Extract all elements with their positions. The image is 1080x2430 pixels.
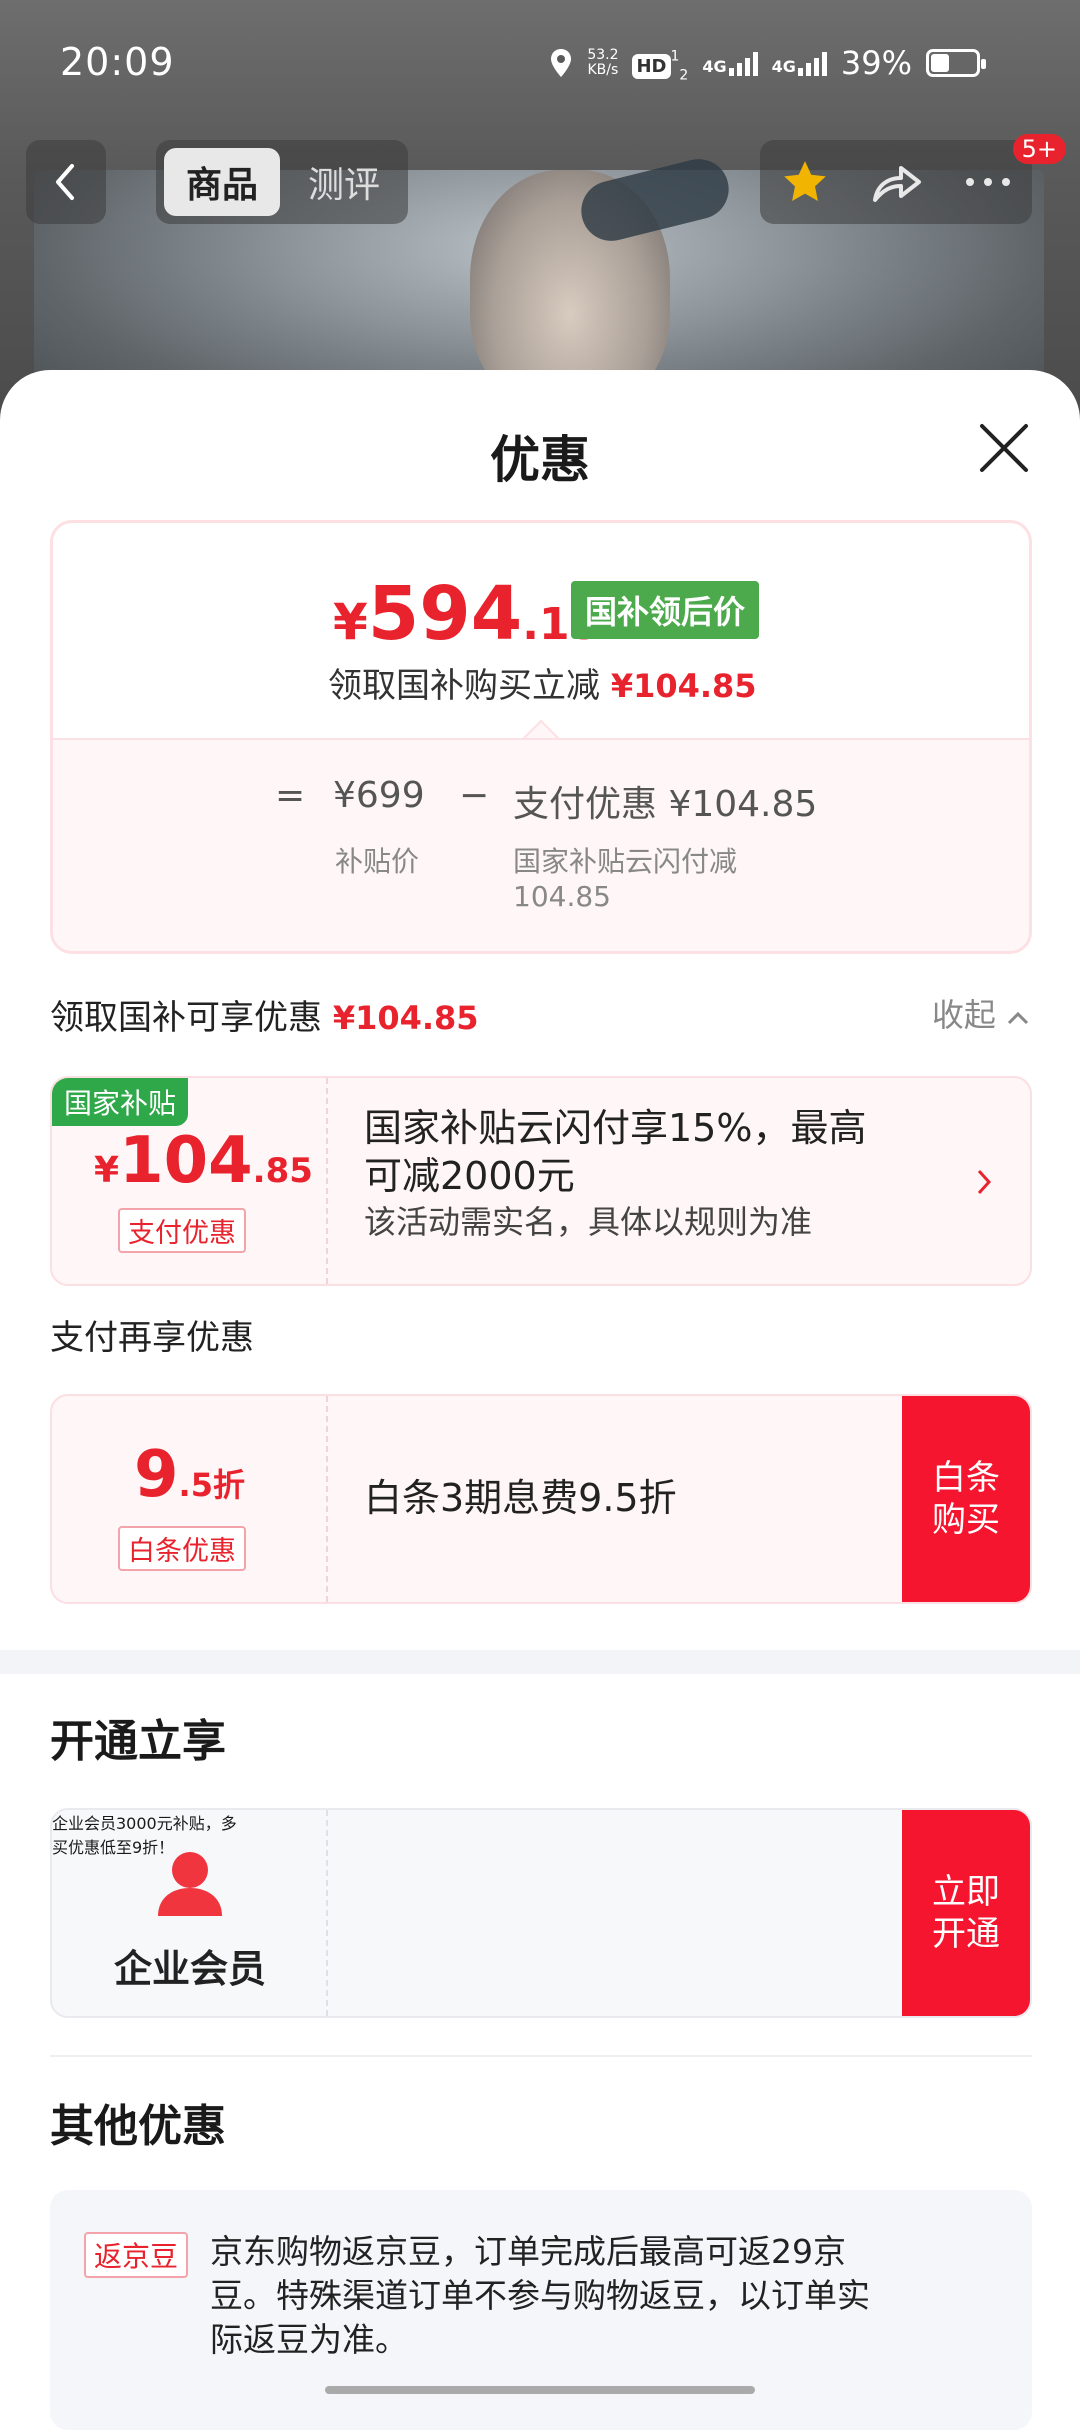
back-button[interactable] — [26, 140, 106, 224]
hd-icon: HD1 2 — [632, 42, 688, 83]
collapse-toggle[interactable]: 收起 — [932, 990, 1030, 1036]
baitiao-coupon-card[interactable]: 9.5折 白条优惠 白条3期息费9.5折 白条购买 — [50, 1394, 1032, 1604]
tab-review[interactable]: 测评 — [286, 148, 402, 216]
user-icon — [152, 1850, 228, 1918]
coupon-amount: ¥104.85 — [94, 1124, 313, 1198]
more-badge: 5+ — [1013, 134, 1066, 164]
pay-discount-desc-amount: 104.85 — [513, 880, 611, 913]
net-speed: 53.2 KB/s — [587, 48, 618, 78]
baitiao-buy-label-2: 购买 — [932, 1499, 1000, 1541]
base-price-label: 补贴价 — [335, 840, 419, 880]
pay-discount-desc: 国家补贴云闪付减 — [513, 840, 737, 880]
share-icon[interactable] — [871, 160, 923, 204]
price-breakdown: = ¥699 补贴价 − 支付优惠 ¥104.85 国家补贴云闪付减 104.8… — [53, 738, 1029, 954]
status-icons: 53.2 KB/s HD1 2 4G 4G 39% — [549, 42, 980, 83]
battery-percent: 39% — [841, 44, 912, 82]
price-summary-top: ¥594.15 国补领后价 领取国补购买立减 ¥104.85 — [53, 523, 1029, 738]
vip-open-button[interactable]: 立即开通 — [902, 1810, 1030, 2016]
top-nav: 商品 测评 5+ — [0, 140, 1080, 224]
price-summary-box: ¥594.15 国补领后价 领取国补购买立减 ¥104.85 = ¥699 补贴… — [50, 520, 1032, 954]
close-icon[interactable] — [976, 420, 1032, 476]
collapse-label: 收起 — [932, 996, 996, 1034]
final-price-int: 594 — [368, 571, 522, 657]
coupon-title-line2: 可减2000元 — [364, 1152, 866, 1200]
vip-label: 企业会员 — [52, 1938, 328, 1993]
jingdou-desc-line1: 京东购物返京豆，订单完成后最高可返29京 — [210, 2230, 970, 2274]
jingdou-tag: 返京豆 — [84, 2232, 188, 2278]
jingdou-card: 返京豆 京东购物返京豆，订单完成后最高可返29京 豆。特殊渠道订单不参与购物返豆… — [50, 2190, 1032, 2430]
coupon-title-line1: 国家补贴云闪付享15%，最高 — [364, 1104, 866, 1152]
star-icon[interactable] — [780, 157, 830, 207]
subsidy-heading-amount: ¥104.85 — [333, 999, 479, 1037]
other-section-heading: 其他优惠 — [50, 2090, 226, 2154]
minus-sign: − — [459, 775, 489, 816]
vip-card[interactable]: 企业会员 企业会员3000元补贴，多 买优惠低至9折！ 立即开通 — [50, 1808, 1032, 2018]
chevron-up-icon — [1006, 1010, 1030, 1026]
subsidy-coupon-card[interactable]: 国家补贴 ¥104.85 支付优惠 国家补贴云闪付享15%，最高 可减2000元… — [50, 1076, 1032, 1286]
vip-open-label-1: 立即 — [932, 1871, 1000, 1913]
final-price: ¥594.15 — [333, 571, 600, 657]
sheet-title: 优惠 — [0, 420, 1080, 492]
equals-sign: = — [275, 775, 305, 816]
coupon-amount-dec: .85 — [253, 1151, 313, 1191]
status-time: 20:09 — [60, 40, 175, 84]
vip-left: 企业会员 — [52, 1810, 328, 2016]
base-price: ¥699 — [333, 775, 425, 816]
baitiao-buy-label-1: 白条 — [932, 1457, 1000, 1499]
baitiao-desc: 白条3期息费9.5折 — [364, 1474, 677, 1522]
coupon-type: 支付优惠 — [118, 1208, 246, 1253]
net-speed-unit: KB/s — [587, 63, 618, 78]
pay-section-heading: 支付再享优惠 — [50, 1310, 254, 1359]
battery-icon — [926, 49, 980, 77]
vip-open-label-2: 开通 — [932, 1913, 1000, 1955]
price-subtitle-text: 领取国补购买立减 — [328, 666, 600, 706]
hd-label: HD — [632, 54, 670, 79]
baitiao-type: 白条优惠 — [118, 1526, 246, 1571]
location-icon — [549, 48, 573, 78]
coupon-left: 国家补贴 ¥104.85 支付优惠 — [52, 1078, 328, 1284]
price-subtitle-amount: ¥104.85 — [611, 667, 757, 705]
price-tag-badge: 国补领后价 — [571, 581, 759, 639]
discount-sheet: 优惠 ¥594.15 国补领后价 领取国补购买立减 ¥104.85 = ¥699… — [0, 370, 1080, 2400]
net-speed-value: 53.2 — [587, 48, 618, 63]
jingdou-desc: 京东购物返京豆，订单完成后最高可返29京 豆。特殊渠道订单不参与购物返豆，以订单… — [210, 2230, 970, 2362]
baitiao-discount: 9.5折 — [134, 1438, 245, 1512]
subsidy-heading-text: 领取国补可享优惠 — [50, 998, 322, 1038]
baitiao-discount-int: 9 — [134, 1438, 179, 1512]
top-tabs: 商品 测评 — [156, 140, 408, 224]
signal-icon: 4G — [702, 50, 757, 76]
coupon-amount-int: 104 — [119, 1124, 253, 1198]
jingdou-desc-line3: 际返豆为准。 — [210, 2318, 970, 2362]
baitiao-left: 9.5折 白条优惠 — [52, 1396, 328, 1602]
more-icon[interactable] — [964, 176, 1012, 188]
signal1-label: 4G — [702, 57, 726, 76]
coupon-tag: 国家补贴 — [52, 1078, 188, 1126]
sim2-label: 2 — [679, 67, 688, 83]
section-gap — [0, 1650, 1080, 1674]
coupon-text: 国家补贴云闪付享15%，最高 可减2000元 该活动需实名，具体以规则为准 — [364, 1104, 866, 1244]
price-subtitle: 领取国补购买立减 ¥104.85 — [328, 658, 757, 707]
tab-product[interactable]: 商品 — [164, 148, 280, 216]
top-actions — [760, 140, 1032, 224]
chevron-right-icon — [976, 1168, 992, 1196]
baitiao-discount-dec: .5折 — [179, 1466, 245, 1504]
open-section-heading: 开通立享 — [50, 1705, 226, 1769]
subsidy-heading: 领取国补可享优惠 ¥104.85 — [50, 990, 479, 1039]
signal2-label: 4G — [772, 57, 796, 76]
home-indicator[interactable] — [325, 2386, 755, 2394]
coupon-currency: ¥ — [94, 1150, 119, 1191]
jingdou-desc-line2: 豆。特殊渠道订单不参与购物返豆，以订单实 — [210, 2274, 970, 2318]
sim1-label: 1 — [671, 48, 680, 64]
back-icon — [52, 162, 80, 202]
divider — [50, 2055, 1032, 2057]
signal-icon-2: 4G — [772, 50, 827, 76]
coupon-note: 该活动需实名，具体以规则为准 — [364, 1200, 866, 1244]
status-bar: 20:09 53.2 KB/s HD1 2 4G 4G 39% — [0, 0, 1080, 125]
baitiao-buy-button[interactable]: 白条购买 — [902, 1396, 1030, 1602]
pay-discount: 支付优惠 ¥104.85 — [513, 775, 817, 827]
final-price-currency: ¥ — [333, 593, 368, 651]
